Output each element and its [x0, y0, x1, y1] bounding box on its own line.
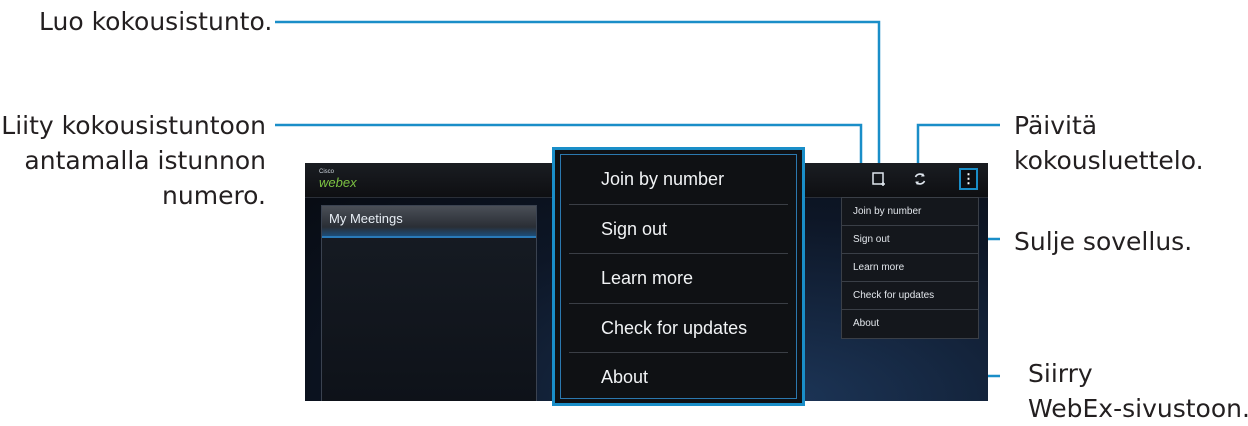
callout-create-session: Luo kokousistunto. [39, 4, 272, 39]
create-session-icon[interactable] [870, 171, 888, 189]
webex-logo: Cisco webex [319, 169, 357, 190]
callout-refresh: Päivitä kokousluettelo. [1014, 108, 1204, 178]
callout-refresh-line1: Päivitä [1014, 111, 1098, 140]
callout-goto-webex: Siirry WebEx-sivustoon. [1028, 356, 1248, 426]
small-menu-item-join-by-number[interactable]: Join by number [842, 198, 978, 226]
callout-refresh-line2: kokousluettelo. [1014, 146, 1204, 175]
callout-goto-line1: Siirry [1028, 359, 1093, 388]
menu-item-check-for-updates[interactable]: Check for updates [561, 304, 796, 354]
overflow-menu-enlarged-inner: Join by number Sign out Learn more Check… [560, 154, 797, 399]
overflow-menu-enlarged: Join by number Sign out Learn more Check… [552, 147, 805, 406]
menu-item-about[interactable]: About [561, 353, 796, 403]
callout-join-line3: numero. [162, 181, 266, 210]
small-menu-item-about[interactable]: About [842, 310, 978, 338]
refresh-icon[interactable] [911, 171, 929, 189]
my-meetings-title[interactable]: My Meetings [322, 206, 536, 238]
callout-join-line1: Liity kokousistuntoon [1, 111, 266, 140]
overflow-menu-button[interactable]: ⋮ [959, 168, 978, 190]
callout-close-app: Sulje sovellus. [1014, 224, 1192, 259]
menu-item-join-by-number[interactable]: Join by number [561, 155, 796, 205]
logo-webex-text: webex [319, 175, 357, 190]
callout-close-app-text: Sulje sovellus. [1014, 227, 1193, 256]
small-menu-item-check-for-updates[interactable]: Check for updates [842, 282, 978, 310]
overflow-menu-icon: ⋮ [962, 171, 975, 186]
overflow-menu-small: Join by number Sign out Learn more Check… [841, 197, 979, 339]
callout-join-line2: antamalla istunnon [24, 146, 266, 175]
callout-goto-line2: WebEx-sivustoon. [1028, 394, 1248, 423]
small-menu-item-sign-out[interactable]: Sign out [842, 226, 978, 254]
menu-item-sign-out[interactable]: Sign out [561, 205, 796, 255]
small-menu-item-learn-more[interactable]: Learn more [842, 254, 978, 282]
menu-item-learn-more[interactable]: Learn more [561, 254, 796, 304]
my-meetings-panel: My Meetings [321, 205, 537, 401]
callout-join-by-number: Liity kokousistuntoon antamalla istunnon… [0, 108, 266, 213]
callout-create-session-text: Luo kokousistunto. [39, 7, 273, 36]
